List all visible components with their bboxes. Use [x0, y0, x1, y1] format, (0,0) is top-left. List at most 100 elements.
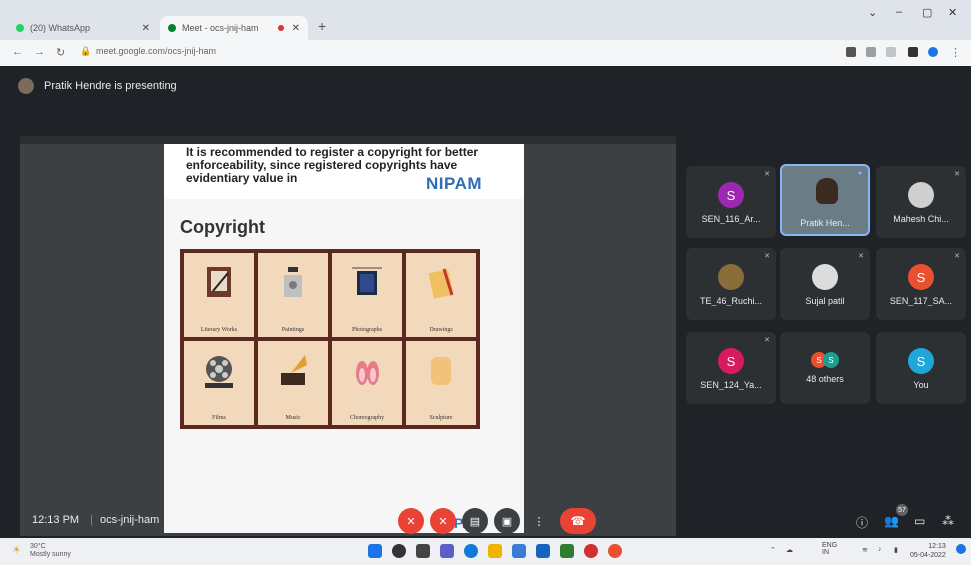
slide-top: It is recommended to register a copyrigh…: [164, 144, 524, 199]
close-window-icon[interactable]: ✕: [948, 6, 957, 19]
edge-icon[interactable]: [464, 544, 478, 558]
activities-icon[interactable]: ⁂: [942, 514, 954, 528]
recording-icon: [277, 25, 284, 31]
app-icon[interactable]: [584, 544, 598, 558]
tab-search-icon[interactable]: ⌄: [868, 6, 877, 19]
category-label: Films: [212, 415, 226, 421]
call-controls-bar: 12:13 PM | ocs-jnij-ham ✕ ✕ ▤ ▣ ⋮ ☎ ⓘ 👥 …: [0, 500, 971, 538]
captions-button[interactable]: ▤: [462, 508, 488, 534]
close-tab-icon[interactable]: ✕: [292, 23, 300, 34]
weather-temp: 30°C: [30, 543, 46, 550]
participant-tile-presenter[interactable]: ● Pratik Hen...: [780, 164, 870, 236]
avatar: [908, 182, 934, 208]
wifi-icon[interactable]: ≋: [862, 546, 868, 554]
app-icon[interactable]: [560, 544, 574, 558]
film-reel-icon: [205, 356, 233, 388]
tab-title: (20) WhatsApp: [30, 23, 91, 33]
volume-icon[interactable]: ♪: [878, 546, 882, 553]
new-tab-button[interactable]: +: [318, 18, 326, 34]
presentation-stage: It is recommended to register a copyrigh…: [20, 136, 676, 536]
mic-toggle-button[interactable]: ✕: [398, 508, 424, 534]
people-count-badge: 57: [896, 504, 908, 516]
chat-icon[interactable]: ▭: [914, 514, 925, 528]
forward-icon[interactable]: →: [34, 46, 45, 58]
maximize-icon[interactable]: ▢: [922, 6, 932, 19]
star-icon[interactable]: [886, 47, 896, 57]
leave-call-button[interactable]: ☎: [560, 508, 596, 534]
category-cell: Music: [258, 341, 328, 425]
system-clock[interactable]: 12:13 05-04-2022: [910, 542, 946, 560]
more-options-button[interactable]: ⋮: [526, 508, 552, 534]
minimize-icon[interactable]: –: [896, 6, 902, 18]
category-cell: Drawings: [406, 253, 476, 337]
chat-app-icon[interactable]: [440, 544, 454, 558]
category-label: Sculpture: [429, 415, 453, 421]
region-code: IN: [822, 549, 829, 556]
tray-icon[interactable]: ☁: [786, 546, 793, 554]
category-cell: Literary Works: [184, 253, 254, 337]
category-label: Choreography: [349, 415, 385, 421]
os-taskbar: ☀ 30°C Mostly sunny ⌃ ☁ ENG IN ≋ ♪ ▮ 12:…: [0, 538, 971, 565]
participant-tile[interactable]: ✕ TE_46_Ruchi...: [686, 248, 776, 320]
file-explorer-icon[interactable]: [488, 544, 502, 558]
info-icon[interactable]: ⓘ: [856, 514, 868, 531]
start-icon[interactable]: [368, 544, 382, 558]
weather-widget[interactable]: 30°C Mostly sunny: [30, 543, 71, 559]
presenting-banner: Pratik Hendre is presenting: [18, 72, 177, 100]
chrome-icon[interactable]: [608, 544, 622, 558]
sun-icon: ☀: [12, 545, 21, 556]
search-icon[interactable]: [392, 544, 406, 558]
avatar: S: [718, 182, 744, 208]
speaking-icon: ●: [857, 170, 862, 177]
tray-expand-icon[interactable]: ⌃: [770, 546, 776, 554]
participant-tile[interactable]: ✕ Sujal patil: [780, 248, 870, 320]
profile-avatar[interactable]: [928, 47, 938, 57]
camera-off-icon: ✕: [438, 515, 448, 528]
category-label: Photographs: [352, 327, 382, 333]
language-code: ENG: [822, 542, 838, 549]
category-cell: Paintings: [258, 253, 328, 337]
gramophone-icon: [281, 355, 307, 385]
people-icon[interactable]: 👥: [884, 514, 899, 528]
avatar: S: [908, 348, 934, 374]
tab-meet[interactable]: Meet - ocs-jnij-ham ✕: [160, 16, 308, 40]
avatar: [812, 264, 838, 290]
store-icon[interactable]: [512, 544, 526, 558]
camera-icon[interactable]: [846, 47, 856, 57]
tab-whatsapp[interactable]: (20) WhatsApp ✕: [8, 16, 158, 40]
avatar: [718, 264, 744, 290]
meeting-time: 12:13 PM: [32, 514, 80, 526]
participant-tile[interactable]: ✕ S SEN_116_Ar...: [686, 166, 776, 238]
mail-icon[interactable]: [536, 544, 550, 558]
category-label: Music: [285, 415, 301, 421]
video-feed: [816, 178, 838, 204]
camera-toggle-button[interactable]: ✕: [430, 508, 456, 534]
menu-icon[interactable]: ⋮: [950, 46, 961, 59]
present-button[interactable]: ▣: [494, 508, 520, 534]
share-icon[interactable]: [866, 47, 876, 57]
battery-icon[interactable]: ▮: [894, 546, 898, 554]
participant-tile[interactable]: ✕ S SEN_124_Ya...: [686, 332, 776, 404]
participant-name: TE_46_Ruchi...: [699, 296, 763, 306]
category-cell: Photographs: [332, 253, 402, 337]
participant-tile[interactable]: ✕ S SEN_117_SA...: [876, 248, 966, 320]
language-indicator[interactable]: ENG IN: [822, 542, 837, 556]
mic-off-icon: ✕: [954, 253, 960, 260]
lock-icon: 🔒: [80, 46, 92, 56]
others-tile[interactable]: S S 48 others: [780, 332, 870, 404]
photograph-icon: [352, 267, 382, 295]
presenting-text: Pratik Hendre is presenting: [44, 80, 177, 92]
reload-icon[interactable]: ↻: [56, 46, 65, 59]
notification-icon[interactable]: [956, 544, 966, 554]
mic-off-icon: ✕: [764, 253, 770, 260]
book-icon: [207, 267, 231, 297]
category-label: Literary Works: [200, 327, 238, 333]
task-view-icon[interactable]: [416, 544, 430, 558]
close-tab-icon[interactable]: ✕: [142, 23, 150, 34]
participant-tile-self[interactable]: S You: [876, 332, 966, 404]
sidebar-icon[interactable]: [908, 47, 918, 57]
participant-tile[interactable]: ✕ Mahesh Chi...: [876, 166, 966, 238]
back-icon[interactable]: ←: [12, 46, 23, 58]
participant-name: SEN_116_Ar...: [701, 214, 761, 224]
url-field[interactable]: meet.google.com/ocs-jnij-ham: [96, 46, 216, 56]
